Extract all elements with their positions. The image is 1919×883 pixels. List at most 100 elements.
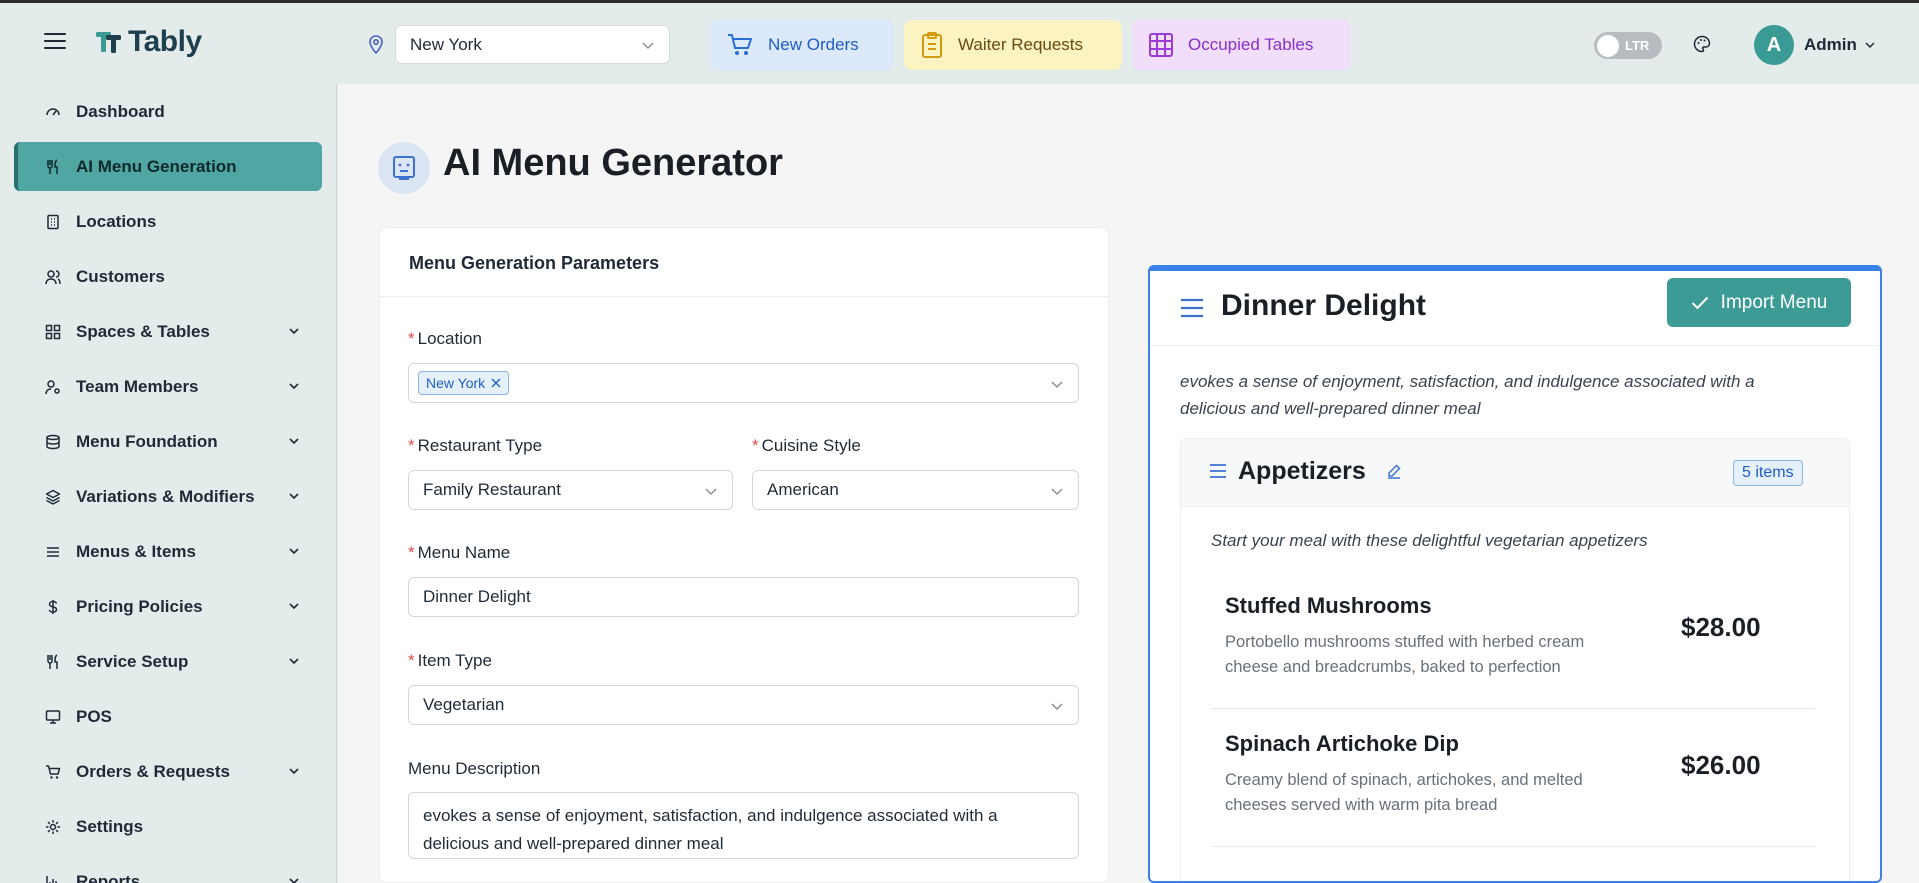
clipboard-icon — [922, 32, 942, 58]
menu-item[interactable]: Stuffed Mushrooms Portobello mushrooms s… — [1211, 571, 1815, 709]
location-tag-label: New York — [426, 375, 486, 391]
logo-icon — [96, 32, 121, 53]
section-header: Appetizers 5 items — [1181, 439, 1849, 507]
close-icon[interactable] — [491, 378, 501, 388]
toggle-knob — [1597, 34, 1619, 57]
sidebar-item-settings[interactable]: Settings — [14, 802, 322, 851]
chevron-down-icon — [1051, 381, 1063, 389]
sidebar-item-label: AI Menu Generation — [76, 156, 237, 176]
sidebar-item-label: POS — [76, 706, 112, 726]
preview-menu-description: evokes a sense of enjoyment, satisfactio… — [1180, 372, 1755, 418]
sidebar-item-pos[interactable]: POS — [14, 692, 322, 741]
sidebar-item-orders-requests[interactable]: Orders & Requests — [14, 747, 322, 796]
utensils-icon — [47, 158, 58, 174]
utensils-icon — [47, 653, 58, 669]
required-marker: * — [408, 651, 415, 670]
sidebar-item-label: Service Setup — [76, 651, 189, 671]
chevron-down-icon — [289, 658, 299, 665]
required-marker: * — [408, 543, 415, 562]
location-multiselect[interactable]: New York — [408, 363, 1079, 403]
menu-name-label: * Menu Name — [408, 543, 511, 562]
item-count-badge: 5 items — [1733, 460, 1803, 486]
palette-icon[interactable] — [1693, 35, 1711, 53]
cuisine-style-label: * Cuisine Style — [752, 436, 861, 455]
cart-icon — [46, 764, 61, 779]
new-orders-button[interactable]: New Orders — [710, 20, 894, 70]
sidebar: Dashboard AI Menu Generation Locations C… — [0, 84, 337, 883]
waiter-requests-button[interactable]: Waiter Requests — [904, 20, 1122, 70]
required-marker: * — [408, 329, 415, 348]
app-logo[interactable]: Tably — [94, 25, 202, 59]
location-select-value: New York — [410, 34, 482, 54]
menu-preview-card: Dinner Delight Import Menu evokes a sens… — [1148, 265, 1882, 883]
waiter-requests-label: Waiter Requests — [958, 35, 1084, 54]
page-title: AI Menu Generator — [443, 142, 783, 184]
chevron-down-icon — [1051, 488, 1063, 496]
chevron-down-icon — [289, 603, 299, 610]
card-title: Menu Generation Parameters — [380, 228, 1108, 297]
sidebar-item-label: Customers — [76, 266, 165, 286]
chevron-down-icon — [289, 438, 299, 445]
preview-menu-title: Dinner Delight — [1221, 289, 1427, 322]
sidebar-item-reports[interactable]: Reports — [14, 857, 322, 883]
sidebar-item-menus-items[interactable]: Menus & Items — [14, 527, 322, 576]
location-field-label: * Location — [408, 329, 482, 348]
occupied-tables-button[interactable]: Occupied Tables — [1132, 20, 1351, 70]
sidebar-item-label: Pricing Policies — [76, 596, 203, 616]
chart-icon — [46, 875, 57, 883]
user-name[interactable]: Admin — [1804, 35, 1857, 55]
sidebar-item-spaces-tables[interactable]: Spaces & Tables — [14, 307, 322, 356]
chevron-down-icon — [289, 493, 299, 500]
sidebar-item-service-setup[interactable]: Service Setup — [14, 637, 322, 686]
gear-icon — [46, 819, 60, 834]
restaurant-type-select[interactable]: Family Restaurant — [408, 470, 733, 510]
menu-item[interactable]: Spinach Artichoke Dip Creamy blend of sp… — [1211, 709, 1815, 847]
sidebar-item-variations-modifiers[interactable]: Variations & Modifiers — [14, 472, 322, 521]
item-type-select[interactable]: Vegetarian — [408, 685, 1079, 725]
drag-handle-icon[interactable] — [1209, 463, 1227, 479]
sidebar-item-ai-menu-generation[interactable]: AI Menu Generation — [14, 142, 322, 191]
sidebar-item-label: Team Members — [76, 376, 199, 396]
sidebar-item-label: Dashboard — [76, 101, 165, 121]
direction-toggle[interactable]: LTR — [1594, 32, 1662, 59]
sidebar-item-label: Locations — [76, 211, 157, 231]
restaurant-type-label: * Restaurant Type — [408, 436, 543, 455]
top-bar: Tably New York New Orders Waiter Request… — [0, 0, 1919, 84]
gauge-icon — [46, 107, 60, 115]
app-name: Tably — [128, 25, 202, 58]
list-icon — [1181, 298, 1203, 318]
hamburger-menu-icon[interactable] — [44, 33, 66, 51]
check-icon — [1691, 296, 1708, 309]
import-menu-button[interactable]: Import Menu — [1667, 278, 1851, 327]
sidebar-item-label: Spaces & Tables — [76, 321, 210, 341]
required-marker: * — [752, 436, 759, 455]
direction-toggle-label: LTR — [1625, 38, 1650, 53]
chevron-down-icon[interactable] — [1864, 39, 1876, 51]
dollar-icon — [48, 599, 58, 614]
location-pin-icon — [369, 35, 383, 55]
database-icon — [46, 434, 60, 449]
robot-icon — [393, 156, 415, 180]
sidebar-item-dashboard[interactable]: Dashboard — [14, 87, 322, 136]
menu-section: Appetizers 5 items Start your meal with … — [1180, 438, 1850, 881]
section-description: Start your meal with these delightful ve… — [1211, 531, 1648, 550]
sidebar-item-customers[interactable]: Customers — [14, 252, 322, 301]
edit-icon[interactable] — [1386, 463, 1402, 479]
menu-description-value: evokes a sense of enjoyment, satisfactio… — [423, 806, 998, 853]
cuisine-style-select[interactable]: American — [752, 470, 1079, 510]
sidebar-item-menu-foundation[interactable]: Menu Foundation — [14, 417, 322, 466]
menu-item-description: Creamy blend of spinach, artichokes, and… — [1225, 771, 1583, 814]
location-select[interactable]: New York — [395, 25, 670, 64]
avatar[interactable]: A — [1754, 25, 1794, 65]
user-cog-icon — [45, 379, 60, 394]
required-marker: * — [408, 436, 415, 455]
menu-item-price: $28.00 — [1681, 612, 1761, 642]
sidebar-item-team-members[interactable]: Team Members — [14, 362, 322, 411]
menu-name-input[interactable]: Dinner Delight — [408, 577, 1079, 617]
chevron-down-icon — [705, 488, 717, 496]
sidebar-item-pricing-policies[interactable]: Pricing Policies — [14, 582, 322, 631]
chevron-down-icon — [289, 768, 299, 775]
menu-description-textarea[interactable]: evokes a sense of enjoyment, satisfactio… — [408, 792, 1079, 859]
cuisine-style-value: American — [767, 480, 839, 499]
sidebar-item-locations[interactable]: Locations — [14, 197, 322, 246]
